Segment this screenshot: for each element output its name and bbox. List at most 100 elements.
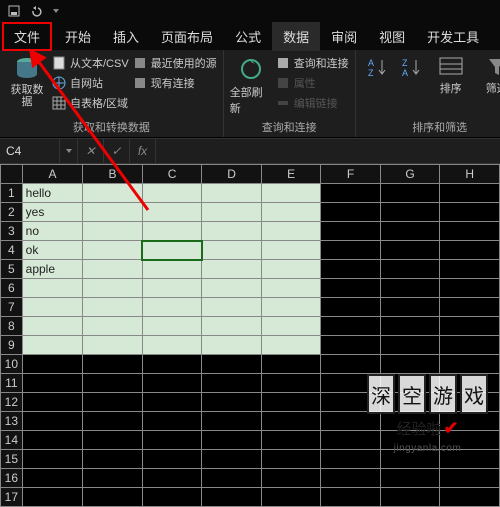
cell-E9[interactable]	[261, 336, 321, 355]
row-header[interactable]: 6	[1, 279, 23, 298]
cell-D13[interactable]	[202, 412, 262, 431]
cell-B2[interactable]	[83, 203, 143, 222]
fx-button[interactable]: fx	[130, 139, 156, 163]
dropdown-icon[interactable]	[52, 7, 60, 15]
cell-E8[interactable]	[261, 317, 321, 336]
cell-C9[interactable]	[142, 336, 202, 355]
cell-G9[interactable]	[380, 336, 440, 355]
col-header[interactable]: D	[202, 165, 262, 184]
cell-B13[interactable]	[83, 412, 143, 431]
cell-D12[interactable]	[202, 393, 262, 412]
cell-G5[interactable]	[380, 260, 440, 279]
cell-B6[interactable]	[83, 279, 143, 298]
cell-A13[interactable]	[22, 412, 83, 431]
worksheet[interactable]: ABCDEFGH1hello2yes3no4ok5apple6789101112…	[0, 164, 500, 507]
cell-D8[interactable]	[202, 317, 262, 336]
menu-review[interactable]: 审阅	[320, 22, 368, 51]
cell-A15[interactable]	[22, 450, 83, 469]
cell-H6[interactable]	[440, 279, 500, 298]
cell-E4[interactable]	[261, 241, 321, 260]
cell-C16[interactable]	[142, 469, 202, 488]
cell-D10[interactable]	[202, 355, 262, 374]
row-header[interactable]: 16	[1, 469, 23, 488]
name-box[interactable]: C4	[0, 139, 60, 163]
menu-home[interactable]: 开始	[54, 22, 102, 51]
cell-B10[interactable]	[83, 355, 143, 374]
cell-A1[interactable]: hello	[22, 184, 83, 203]
filter-button[interactable]: 筛选	[476, 54, 500, 117]
cell-F16[interactable]	[321, 469, 380, 488]
cell-B4[interactable]	[83, 241, 143, 260]
cell-E6[interactable]	[261, 279, 321, 298]
from-table-button[interactable]: 自表格/区域	[52, 94, 129, 112]
row-header[interactable]: 14	[1, 431, 23, 450]
cell-F6[interactable]	[321, 279, 380, 298]
cell-H4[interactable]	[440, 241, 500, 260]
cell-E7[interactable]	[261, 298, 321, 317]
refresh-all-button[interactable]: 全部刷新	[230, 54, 272, 117]
cell-A6[interactable]	[22, 279, 83, 298]
cell-G16[interactable]	[380, 469, 440, 488]
cell-E16[interactable]	[261, 469, 321, 488]
col-header[interactable]: A	[22, 165, 83, 184]
existing-conn-button[interactable]: 现有连接	[133, 74, 217, 92]
cell-F5[interactable]	[321, 260, 380, 279]
cell-F3[interactable]	[321, 222, 380, 241]
cell-C8[interactable]	[142, 317, 202, 336]
row-header[interactable]: 3	[1, 222, 23, 241]
sort-asc-button[interactable]: AZ	[362, 54, 392, 117]
row-header[interactable]: 2	[1, 203, 23, 222]
cell-F4[interactable]	[321, 241, 380, 260]
cell-A10[interactable]	[22, 355, 83, 374]
cell-B9[interactable]	[83, 336, 143, 355]
cell-C10[interactable]	[142, 355, 202, 374]
accept-formula-button[interactable]: ✓	[104, 139, 130, 163]
menu-file[interactable]: 文件	[2, 22, 52, 51]
cell-D7[interactable]	[202, 298, 262, 317]
cell-A5[interactable]: apple	[22, 260, 83, 279]
cell-C4[interactable]	[142, 241, 202, 260]
row-header[interactable]: 9	[1, 336, 23, 355]
cell-B7[interactable]	[83, 298, 143, 317]
row-header[interactable]: 12	[1, 393, 23, 412]
cell-D17[interactable]	[202, 488, 262, 507]
cell-B16[interactable]	[83, 469, 143, 488]
cell-D4[interactable]	[202, 241, 262, 260]
cell-D16[interactable]	[202, 469, 262, 488]
cell-H17[interactable]	[440, 488, 500, 507]
cell-G6[interactable]	[380, 279, 440, 298]
cell-A8[interactable]	[22, 317, 83, 336]
row-header[interactable]: 15	[1, 450, 23, 469]
menu-view[interactable]: 视图	[368, 22, 416, 51]
cell-F7[interactable]	[321, 298, 380, 317]
row-header[interactable]: 8	[1, 317, 23, 336]
cell-B12[interactable]	[83, 393, 143, 412]
cell-G1[interactable]	[380, 184, 440, 203]
cell-E13[interactable]	[261, 412, 321, 431]
namebox-dropdown[interactable]	[60, 139, 78, 163]
from-csv-button[interactable]: 从文本/CSV	[52, 54, 129, 72]
cell-C13[interactable]	[142, 412, 202, 431]
cell-E3[interactable]	[261, 222, 321, 241]
cell-B1[interactable]	[83, 184, 143, 203]
cell-C5[interactable]	[142, 260, 202, 279]
col-header[interactable]: G	[380, 165, 440, 184]
cell-E2[interactable]	[261, 203, 321, 222]
cell-B3[interactable]	[83, 222, 143, 241]
cell-C7[interactable]	[142, 298, 202, 317]
sort-desc-button[interactable]: ZA	[396, 54, 426, 117]
cell-H5[interactable]	[440, 260, 500, 279]
cell-D14[interactable]	[202, 431, 262, 450]
cell-E17[interactable]	[261, 488, 321, 507]
cell-B8[interactable]	[83, 317, 143, 336]
cell-A4[interactable]: ok	[22, 241, 83, 260]
cell-C3[interactable]	[142, 222, 202, 241]
cell-D11[interactable]	[202, 374, 262, 393]
cell-D3[interactable]	[202, 222, 262, 241]
row-header[interactable]: 1	[1, 184, 23, 203]
col-header[interactable]: F	[321, 165, 380, 184]
cell-A12[interactable]	[22, 393, 83, 412]
cell-E14[interactable]	[261, 431, 321, 450]
cell-E15[interactable]	[261, 450, 321, 469]
cell-G2[interactable]	[380, 203, 440, 222]
